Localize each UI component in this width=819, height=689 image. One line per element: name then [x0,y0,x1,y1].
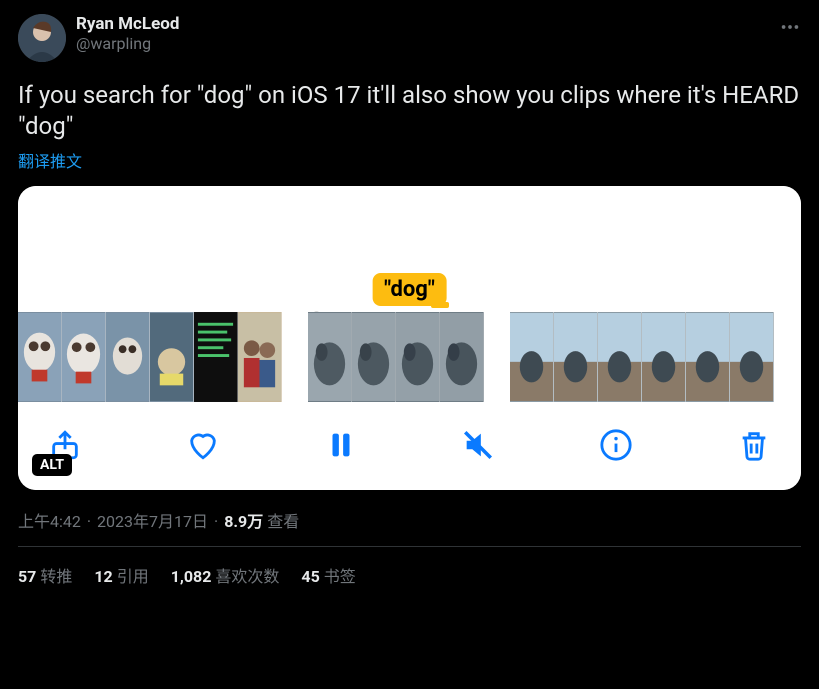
media-top-whitespace: "dog" [18,186,801,312]
dot-separator: · [214,512,218,531]
thumbnail[interactable] [194,312,238,402]
thumbnail[interactable] [308,312,352,402]
mute-icon[interactable] [459,426,497,464]
clip-group-2-wrap [308,312,484,402]
info-icon[interactable] [597,426,635,464]
tweet-meta: 上午4:42 · 2023年7月17日 · 8.9万 查看 [18,508,801,532]
tweet-container: Ryan McLeod @warpling If you search for … [0,0,819,587]
trash-icon[interactable] [735,426,773,464]
clip-group-3 [510,312,774,402]
thumbnail[interactable] [62,312,106,402]
pause-icon[interactable] [322,426,360,464]
thumbnail[interactable] [352,312,396,402]
timestamp-date[interactable]: 2023年7月17日 [97,508,208,532]
tweet-stats: 57转推 12引用 1,082喜欢次数 45书签 [18,547,801,587]
quotes-stat[interactable]: 12引用 [94,563,148,587]
display-name[interactable]: Ryan McLeod [76,14,179,34]
video-filmstrip[interactable] [18,312,801,408]
match-marker [431,302,449,308]
avatar[interactable] [18,14,66,62]
player-controls [18,408,801,490]
thumbnail[interactable] [730,312,774,402]
timestamp-time[interactable]: 上午4:42 [18,508,81,532]
tweet-header: Ryan McLeod @warpling [18,14,801,62]
views-count: 8.9万 [224,508,263,532]
clip-group-1 [18,312,282,402]
heart-icon[interactable] [184,426,222,464]
thumbnail[interactable] [106,312,150,402]
thumbnail[interactable] [18,312,62,402]
thumbnail[interactable] [238,312,282,402]
translate-link[interactable]: 翻译推文 [18,148,82,172]
retweets-stat[interactable]: 57转推 [18,563,72,587]
thumbnail[interactable] [686,312,730,402]
dot-separator: · [87,512,91,531]
likes-stat[interactable]: 1,082喜欢次数 [171,563,280,587]
tweet-text: If you search for "dog" on iOS 17 it'll … [18,80,801,142]
alt-badge[interactable]: ALT [32,454,72,476]
more-icon[interactable] [775,12,805,46]
thumbnail[interactable] [150,312,194,402]
thumbnail[interactable] [440,312,484,402]
bookmarks-stat[interactable]: 45书签 [301,563,355,587]
author-names: Ryan McLeod @warpling [76,14,179,53]
thumbnail[interactable] [396,312,440,402]
thumbnail[interactable] [598,312,642,402]
thumbnail[interactable] [554,312,598,402]
media-card: "dog" [18,186,801,490]
clip-group-2 [308,312,484,402]
thumbnail[interactable] [510,312,554,402]
handle[interactable]: @warpling [76,34,179,53]
views-label: 查看 [267,508,299,532]
thumbnail[interactable] [642,312,686,402]
